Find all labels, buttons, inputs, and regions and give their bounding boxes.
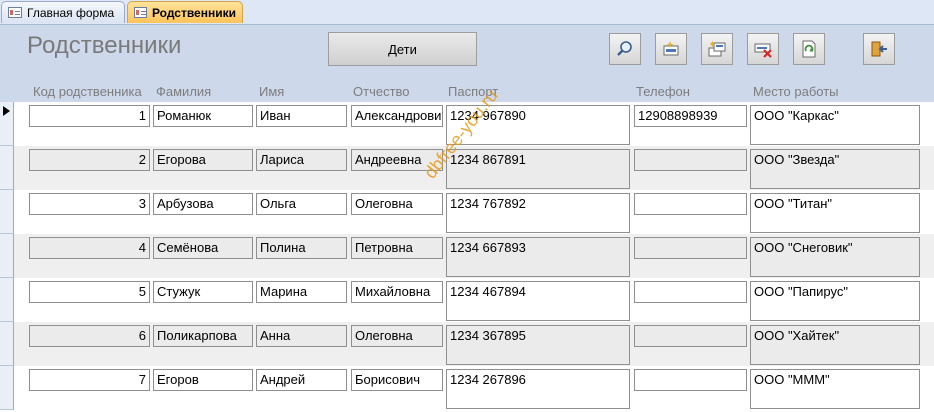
workplace-field[interactable]: ООО "Каркас": [750, 105, 920, 145]
patronymic-field[interactable]: Олеговна: [351, 193, 443, 215]
patronymic-field[interactable]: Михайловна: [351, 281, 443, 303]
record-selector[interactable]: [0, 190, 14, 234]
passport-field[interactable]: 1234 767892: [446, 193, 630, 233]
passport-field[interactable]: 1234 867891: [446, 149, 630, 189]
passport-field[interactable]: 1234 467894: [446, 281, 630, 321]
record-selector[interactable]: [0, 146, 14, 190]
delete-record-button[interactable]: [747, 33, 779, 65]
name-field[interactable]: Ольга: [256, 193, 347, 215]
phone-field[interactable]: [634, 369, 747, 391]
record-selector[interactable]: [0, 234, 14, 278]
tab-label: Главная форма: [27, 5, 115, 20]
workplace-field[interactable]: ООО "Звезда": [750, 149, 920, 189]
children-button[interactable]: Дети: [328, 32, 477, 66]
workplace-field[interactable]: ООО "Хайтек": [750, 325, 920, 365]
record-selector[interactable]: [0, 366, 14, 410]
refresh-icon: [802, 40, 816, 58]
passport-field[interactable]: 1234 367895: [446, 325, 630, 365]
surname-field[interactable]: Семёнова: [153, 237, 253, 259]
search-icon: [617, 41, 632, 56]
table-row: 5 Стужук Марина Михайловна 1234 467894 ООО "П…: [14, 278, 934, 322]
tab-relatives[interactable]: Родственники: [127, 1, 243, 23]
search-button[interactable]: [609, 33, 641, 65]
patronymic-field[interactable]: Петровна: [351, 237, 443, 259]
tab-label: Родственники: [151, 5, 236, 20]
new-record-icon: [663, 41, 679, 56]
document-tab-bar: Главная форма Родственники: [0, 0, 934, 25]
tab-main-form[interactable]: Главная форма: [1, 1, 125, 23]
phone-field[interactable]: [634, 149, 747, 171]
surname-field[interactable]: Романюк: [153, 105, 253, 127]
surname-field[interactable]: Арбузова: [153, 193, 253, 215]
new-record-button[interactable]: [655, 33, 687, 65]
column-header-surname: Фамилия: [156, 84, 212, 99]
column-header-workplace: Место работы: [753, 84, 839, 99]
name-field[interactable]: Полина: [256, 237, 347, 259]
form-title: Родственники: [27, 32, 182, 59]
phone-field[interactable]: [634, 237, 747, 259]
table-row: 3 Арбузова Ольга Олеговна 1234 767892 ООО "Ти…: [14, 190, 934, 234]
column-header-patronymic: Отчество: [353, 84, 410, 99]
form-icon: [8, 7, 22, 18]
exit-button[interactable]: [863, 33, 895, 65]
column-header-name: Имя: [259, 84, 285, 99]
surname-field[interactable]: Егоров: [153, 369, 253, 391]
code-field[interactable]: 6: [29, 325, 150, 347]
patronymic-field[interactable]: Александрови: [351, 105, 443, 127]
delete-record-icon: [754, 43, 772, 58]
name-field[interactable]: Лариса: [256, 149, 347, 171]
surname-field[interactable]: Егорова: [153, 149, 253, 171]
name-field[interactable]: Иван: [256, 105, 347, 127]
surname-field[interactable]: Поликарпова: [153, 325, 253, 347]
phone-field[interactable]: [634, 193, 747, 215]
table-row: 6 Поликарпова Анна Олеговна 1234 367895 ООО "…: [14, 322, 934, 366]
code-field[interactable]: 4: [29, 237, 150, 259]
phone-field[interactable]: 12908898939: [634, 105, 747, 127]
column-header-phone: Телефон: [636, 84, 690, 99]
name-field[interactable]: Андрей: [256, 369, 347, 391]
name-field[interactable]: Марина: [256, 281, 347, 303]
workplace-field[interactable]: ООО "МММ": [750, 369, 920, 409]
record-selector[interactable]: [0, 278, 14, 322]
code-field[interactable]: 1: [29, 105, 150, 127]
phone-field[interactable]: [634, 281, 747, 303]
code-field[interactable]: 5: [29, 281, 150, 303]
code-field[interactable]: 2: [29, 149, 150, 171]
workplace-field[interactable]: ООО "Папирус": [750, 281, 920, 321]
record-selector[interactable]: [0, 102, 14, 146]
patronymic-field[interactable]: Борисович: [351, 369, 443, 391]
workplace-field[interactable]: ООО "Титан": [750, 193, 920, 233]
code-field[interactable]: 7: [29, 369, 150, 391]
table-row: 7 Егоров Андрей Борисович 1234 267896 ООО "ММ…: [14, 366, 934, 410]
form-icon: [134, 7, 147, 18]
copy-record-icon: [708, 41, 726, 57]
patronymic-field[interactable]: Олеговна: [351, 325, 443, 347]
phone-field[interactable]: [634, 325, 747, 347]
code-field[interactable]: 3: [29, 193, 150, 215]
workplace-field[interactable]: ООО "Снеговик": [750, 237, 920, 277]
copy-record-button[interactable]: [701, 33, 733, 65]
refresh-button[interactable]: [793, 33, 825, 65]
name-field[interactable]: Анна: [256, 325, 347, 347]
column-header-code: Код родственника: [33, 84, 142, 99]
current-record-arrow-icon: [3, 106, 10, 116]
table-row: 4 Семёнова Полина Петровна 1234 667893 ООО "С…: [14, 234, 934, 278]
passport-field[interactable]: 1234 667893: [446, 237, 630, 277]
table-row: 2 Егорова Лариса Андреевна 1234 867891 ООО "З…: [14, 146, 934, 190]
passport-field[interactable]: 1234 267896: [446, 369, 630, 409]
surname-field[interactable]: Стужук: [153, 281, 253, 303]
record-selector[interactable]: [0, 322, 14, 366]
exit-icon: [871, 41, 887, 57]
